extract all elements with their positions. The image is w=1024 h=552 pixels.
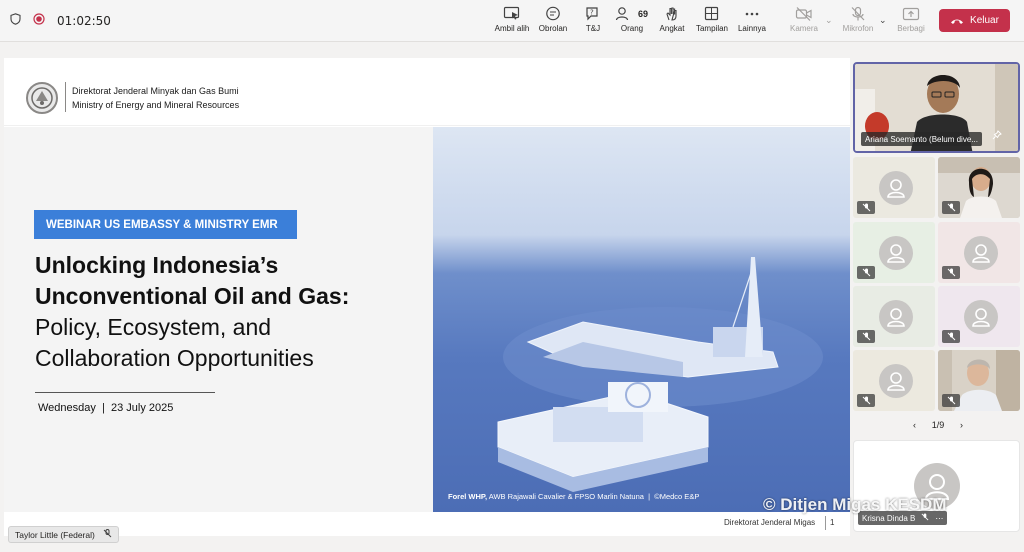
pin-icon[interactable] xyxy=(992,127,1002,145)
more-icon xyxy=(745,12,759,16)
slide-title-line-2: Unconventional Oil and Gas: xyxy=(35,283,350,309)
mic-off-icon xyxy=(851,6,865,21)
mic-muted-icon xyxy=(857,394,875,407)
webinar-banner: WEBINAR US EMBASSY & MINISTRY EMR xyxy=(34,210,297,239)
svg-text:?: ? xyxy=(590,9,594,17)
avatar xyxy=(964,236,998,270)
mic-muted-icon xyxy=(857,201,875,214)
slide-divider xyxy=(35,392,215,393)
participant-tile[interactable] xyxy=(853,157,935,218)
participant-tile[interactable] xyxy=(938,286,1020,347)
offshore-platform-illustration xyxy=(497,257,823,492)
more-label: Lainnya xyxy=(737,24,767,33)
share-button[interactable]: Berbagi xyxy=(886,6,936,38)
featured-participant-name: Ariana Soemanto (Belum dive... xyxy=(861,132,982,146)
avatar xyxy=(964,300,998,334)
photo-caption: Forel WHP, AWB Rajawali Cavalier & FPSO … xyxy=(448,492,699,501)
slide-subtitle: Policy, Ecosystem, and Collaboration Opp… xyxy=(35,312,314,374)
participant-tile[interactable] xyxy=(938,350,1020,411)
org-name-english: Ministry of Energy and Mineral Resources xyxy=(72,100,240,110)
self-name: Taylor Little (Federal) xyxy=(15,529,95,540)
caption-bold: Forel WHP, xyxy=(448,492,488,501)
slide-footer: Direktorat Jenderal Migas 1 xyxy=(4,512,850,536)
take-control-icon xyxy=(503,6,520,20)
participant-tile[interactable] xyxy=(853,286,935,347)
mic-muted-icon xyxy=(942,330,960,343)
hang-up-icon xyxy=(951,19,964,24)
participant-tile[interactable] xyxy=(853,222,935,283)
camera-label: Kamera xyxy=(789,24,818,33)
share-label: Berbagi xyxy=(897,24,925,33)
camera-off-icon xyxy=(795,7,812,21)
self-name-tag: Taylor Little (Federal) xyxy=(8,526,119,543)
raise-hand-icon xyxy=(666,7,677,21)
mic-muted-icon xyxy=(942,394,960,407)
people-icon xyxy=(615,7,629,21)
avatar xyxy=(879,364,913,398)
leave-label: Keluar xyxy=(970,15,999,26)
mic-label: Mikrofon xyxy=(842,24,874,33)
recording-icon xyxy=(33,12,45,30)
caption-text: AWB Rajawali Cavalier & FPSO Marlin Natu… xyxy=(487,492,700,501)
slide-title-line-1: Unlocking Indonesia’s xyxy=(35,252,279,278)
camera-chevron-down-icon[interactable]: ⌄ xyxy=(825,15,833,26)
participant-tile[interactable] xyxy=(938,222,1020,283)
footer-org: Direktorat Jenderal Migas xyxy=(724,518,816,527)
chevron-left-icon[interactable]: ‹ xyxy=(913,420,916,430)
meeting-toolbar: 01:02:50 Ambil alih Obrolan ? T&J 69 Ora… xyxy=(0,0,1024,42)
meeting-status: 01:02:50 xyxy=(10,12,111,30)
chevron-right-icon[interactable]: › xyxy=(960,420,963,430)
shared-screen: Direktorat Jenderal Minyak dan Gas Bumi … xyxy=(4,58,850,536)
participant-tile-large[interactable]: Krisna Dinda B ⋯ xyxy=(853,440,1020,532)
offshore-platform-photo: Forel WHP, AWB Rajawali Cavalier & FPSO … xyxy=(433,127,850,512)
shield-icon[interactable] xyxy=(10,12,21,30)
mic-muted-icon xyxy=(857,330,875,343)
mic-muted-icon xyxy=(942,201,960,214)
mic-muted-icon xyxy=(103,529,112,540)
participant-tile[interactable] xyxy=(938,157,1020,218)
grid-view-icon xyxy=(704,6,719,21)
leave-button[interactable]: Keluar xyxy=(939,9,1010,32)
camera-button[interactable]: Kamera xyxy=(779,6,829,38)
slide-header: Direktorat Jenderal Minyak dan Gas Bumi … xyxy=(4,58,850,126)
mic-muted-icon xyxy=(857,266,875,279)
footer-divider xyxy=(825,516,826,530)
share-icon xyxy=(902,7,920,21)
more-button[interactable]: Lainnya xyxy=(727,6,777,38)
mic-button[interactable]: Mikrofon xyxy=(833,6,883,38)
slide-subtitle-line-1: Policy, Ecosystem, and xyxy=(35,314,272,340)
header-divider xyxy=(65,82,66,112)
avatar xyxy=(879,171,913,205)
meeting-timer: 01:02:50 xyxy=(57,14,111,28)
copyright-watermark: © Ditjen Migas KESDM xyxy=(763,495,947,514)
page-indicator: 1/9 xyxy=(931,420,945,430)
slide-subtitle-line-2: Collaboration Opportunities xyxy=(35,345,314,371)
ministry-logo xyxy=(26,82,58,114)
org-name-indonesian: Direktorat Jenderal Minyak dan Gas Bumi xyxy=(72,86,239,96)
avatar xyxy=(879,236,913,270)
mic-muted-icon xyxy=(942,266,960,279)
featured-video-tile[interactable]: Ariana Soemanto (Belum dive... xyxy=(853,62,1020,153)
chat-icon xyxy=(546,6,560,21)
participant-tile[interactable] xyxy=(853,350,935,411)
avatar xyxy=(879,300,913,334)
slide-number: 1 xyxy=(830,518,835,527)
slide-title: Unlocking Indonesia’s Unconventional Oil… xyxy=(35,250,349,312)
slide-date: Wednesday | 23 July 2025 xyxy=(38,402,174,414)
participant-pager: ‹ 1/9 › xyxy=(913,419,963,431)
qa-icon: ? xyxy=(586,7,598,21)
